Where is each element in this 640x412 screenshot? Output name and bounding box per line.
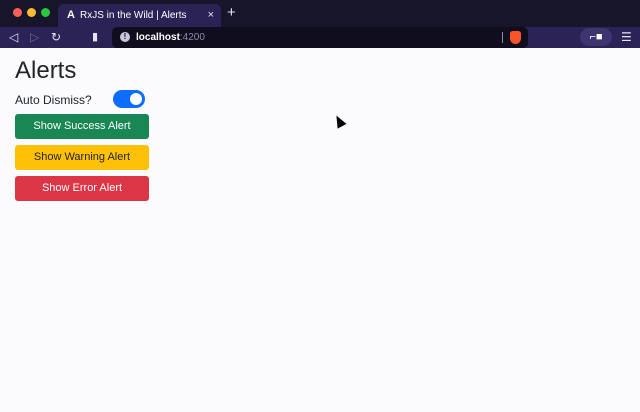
auto-dismiss-label: Auto Dismiss?	[15, 93, 92, 107]
url-text: localhost:4200	[136, 31, 205, 44]
auto-dismiss-toggle[interactable]	[113, 90, 145, 108]
reload-icon[interactable]: ↻	[51, 29, 61, 45]
close-tab-icon[interactable]: ×	[208, 8, 214, 22]
brave-shield-icon[interactable]	[510, 31, 521, 44]
extension-icon[interactable]: ⌐■	[580, 28, 612, 46]
mouse-cursor-icon	[332, 113, 347, 129]
show-error-alert-button[interactable]: Show Error Alert	[15, 176, 149, 201]
back-icon[interactable]: ◁	[9, 29, 18, 45]
minimize-window-button[interactable]	[27, 8, 36, 17]
url-host: localhost	[136, 32, 180, 43]
page-content: Alerts Auto Dismiss? Show Success Alert …	[0, 48, 640, 412]
menu-icon[interactable]: ☰	[621, 29, 632, 45]
url-port: :4200	[179, 32, 205, 43]
maximize-window-button[interactable]	[41, 8, 50, 17]
show-success-alert-button[interactable]: Show Success Alert	[15, 114, 149, 139]
page-title: Alerts	[15, 57, 77, 84]
site-info-icon[interactable]: !	[120, 32, 130, 42]
browser-titlebar: A RxJS in the Wild | Alerts × +	[0, 0, 640, 27]
toggle-knob	[130, 93, 142, 105]
tab-title: RxJS in the Wild | Alerts	[80, 10, 187, 21]
forward-icon[interactable]: ▷	[30, 29, 39, 45]
url-divider	[502, 32, 503, 43]
show-warning-alert-button[interactable]: Show Warning Alert	[15, 145, 149, 170]
new-tab-button[interactable]: +	[227, 5, 236, 20]
close-window-button[interactable]	[13, 8, 22, 17]
angular-icon: A	[67, 9, 75, 21]
bookmark-icon[interactable]: ▮	[92, 29, 98, 45]
browser-tab[interactable]: A RxJS in the Wild | Alerts ×	[58, 4, 221, 27]
address-bar[interactable]: ! localhost:4200	[112, 27, 528, 48]
